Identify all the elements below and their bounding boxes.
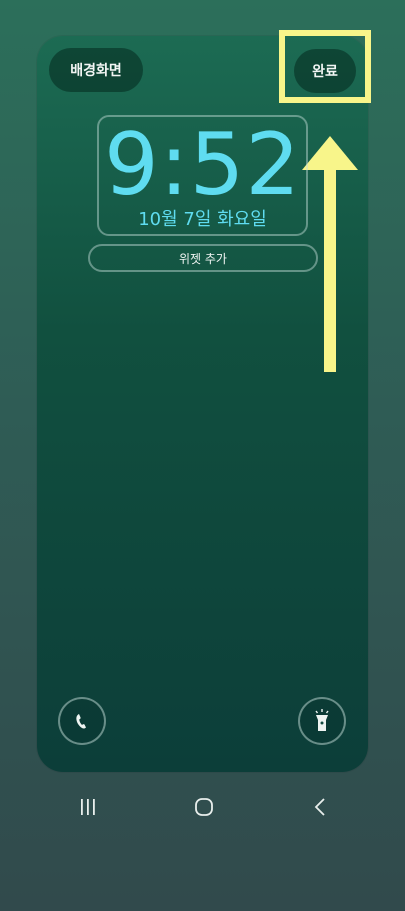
system-navigation-bar bbox=[0, 780, 405, 911]
wallpaper-button-label: 배경화면 bbox=[70, 63, 122, 79]
home-button[interactable] bbox=[184, 796, 224, 818]
flashlight-icon bbox=[315, 709, 329, 731]
recent-apps-icon bbox=[81, 799, 95, 815]
back-icon bbox=[314, 798, 325, 816]
clock-widget[interactable]: 9:52 10월 7일 화요일 bbox=[97, 115, 308, 236]
back-button[interactable] bbox=[300, 796, 340, 818]
home-icon bbox=[195, 798, 213, 816]
clock-time: 9:52 bbox=[103, 115, 302, 215]
phone-icon bbox=[76, 714, 86, 729]
highlight-annotation-box bbox=[279, 30, 371, 103]
add-widget-label: 위젯 추가 bbox=[179, 251, 227, 266]
phone-shortcut-button[interactable] bbox=[58, 697, 106, 745]
flashlight-shortcut-button[interactable] bbox=[298, 697, 346, 745]
clock-date: 10월 7일 화요일 bbox=[138, 209, 267, 230]
recent-apps-button[interactable] bbox=[68, 796, 108, 818]
wallpaper-button[interactable]: 배경화면 bbox=[49, 48, 143, 92]
add-widget-button[interactable]: 위젯 추가 bbox=[88, 244, 318, 272]
